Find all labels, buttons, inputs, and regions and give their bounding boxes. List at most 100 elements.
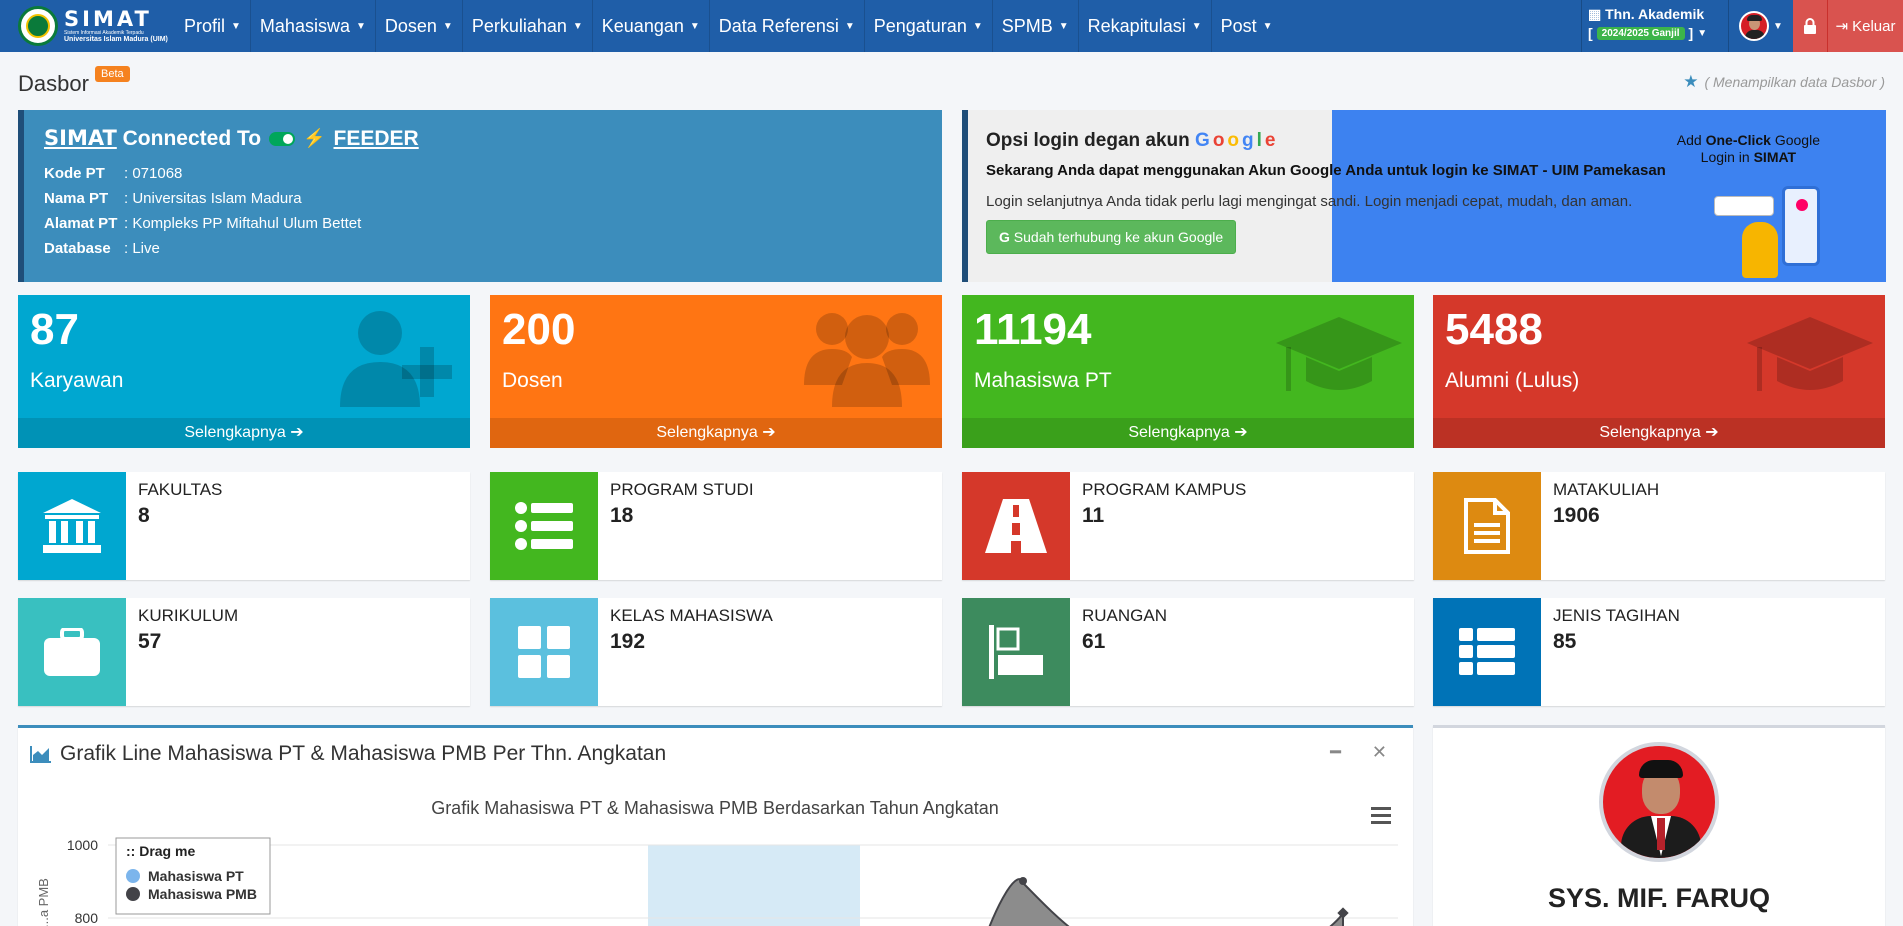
menu-dosen[interactable]: Dosen ▼ [376,0,463,52]
y-tick-label: 1000 [67,837,98,853]
caret-down-icon: ▼ [442,20,453,32]
menu-data-referensi[interactable]: Data Referensi ▼ [710,0,865,52]
academic-year-label: Thn. Akademik [1605,6,1705,22]
more-info-link[interactable]: Selengkapnya ➔ [18,418,470,448]
caret-down-icon: ▼ [1773,20,1783,32]
google-connected-button[interactable]: G Sudah terhubung ke akun Google [986,220,1237,254]
stat-alumni: 5488 Alumni (Lulus) Selengkapnya ➔ [1433,295,1885,448]
one-click-promo: Add One-Click Google Login in SIMAT [1676,132,1820,165]
caret-down-icon: ▼ [689,20,700,32]
brand-name: SIMAT [64,7,152,31]
menu-perkuliahan[interactable]: Perkuliahan ▼ [463,0,593,52]
menu-keuangan[interactable]: Keuangan ▼ [593,0,710,52]
more-info-link[interactable]: Selengkapnya ➔ [1433,418,1885,448]
profile-photo[interactable] [1599,742,1719,862]
profile-panel: SYS. MIF. FARUQ [1433,725,1885,926]
stat-label: Dosen [502,369,563,392]
close-button[interactable]: ✕ [1372,742,1387,763]
chart-legend[interactable]: :: Drag me Mahasiswa PT Mahasiswa PMB [115,837,271,915]
arrow-circle-right-icon: ➔ [290,424,304,441]
area-chart-icon [30,746,51,763]
stat-value: 200 [502,305,576,354]
info-ruangan[interactable]: RUANGAN 61 [962,598,1414,706]
info-value: 11 [1082,504,1105,527]
caret-down-icon: ▼ [844,20,855,32]
caret-down-icon: ▼ [1262,20,1273,32]
google-login-box: Opsi login degan akun Google Sekarang An… [962,110,1886,282]
series-pmb-area [988,878,1070,926]
chart-panel: Grafik Line Mahasiswa PT & Mahasiswa PMB… [18,725,1413,926]
stat-karyawan: 87 Karyawan Selengkapnya ➔ [18,295,470,448]
breadcrumb: ★ ( Menampilkan data Dasbor ) [1683,72,1885,92]
feeder-connection-box: SIMAT Connected To ⚡ FEEDER Kode PT: 071… [18,110,942,282]
caret-down-icon: ▼ [972,20,983,32]
info-value: 57 [138,630,162,653]
info-program-studi[interactable]: PROGRAM STUDI 18 [490,472,942,580]
lock-button[interactable] [1793,0,1827,52]
chart-panel-header: Grafik Line Mahasiswa PT & Mahasiswa PMB… [30,742,666,766]
info-kurikulum[interactable]: KURIKULUM 57 [18,598,470,706]
toggle-on-icon [269,131,296,146]
menu-profil[interactable]: Profil ▼ [175,0,251,52]
table-row: Kode PT: 071068 [44,165,183,182]
menu-spmb[interactable]: SPMB ▼ [993,0,1079,52]
caret-down-icon: ▼ [231,20,241,32]
menu-post[interactable]: Post ▼ [1212,0,1282,52]
academic-year-badge: 2024/2025 Ganjil [1596,26,1685,40]
chart-panel-title: Grafik Line Mahasiswa PT & Mahasiswa PMB… [60,742,667,765]
feeder-info-table: Kode PT: 071068 Nama PT: Universitas Isl… [44,161,361,261]
series-pmb-point [1019,877,1027,885]
feeder-simat: SIMAT [44,126,117,150]
feeder-link[interactable]: FEEDER [334,127,419,151]
info-matakuliah[interactable]: MATAKULIAH 1906 [1433,472,1885,580]
caret-down-icon: ▼ [572,20,583,32]
menu-pengaturan[interactable]: Pengaturan ▼ [865,0,993,52]
info-kelas-mahasiswa[interactable]: KELAS MAHASISWA 192 [490,598,942,706]
series-pmb-area [1329,912,1344,926]
chart-menu-icon[interactable] [1371,807,1391,824]
menu-rekapitulasi[interactable]: Rekapitulasi ▼ [1079,0,1212,52]
caret-down-icon: ▼ [1697,27,1708,39]
more-info-link[interactable]: Selengkapnya ➔ [490,418,942,448]
main-menu: Profil ▼ Mahasiswa ▼ Dosen ▼ Perkuliahan ▼ K… [175,0,1282,52]
stat-value: 5488 [1445,305,1543,354]
menu-mahasiswa[interactable]: Mahasiswa ▼ [251,0,376,52]
info-jenis-tagihan[interactable]: JENIS TAGIHAN 85 [1433,598,1885,706]
feeder-connected-label: Connected To [122,127,262,150]
info-label: JENIS TAGIHAN [1553,606,1680,625]
th-list-icon [1433,598,1541,706]
feeder-heading: SIMAT Connected To ⚡ FEEDER [44,126,922,151]
user-menu-button[interactable]: ▼ [1729,0,1793,52]
stat-label: Alumni (Lulus) [1445,369,1580,392]
info-label: KURIKULUM [138,606,239,625]
brand-text: SIMAT Sistem Informasi Akademik Terpadu … [64,7,168,44]
info-program-kampus[interactable]: PROGRAM KAMPUS 11 [962,472,1414,580]
more-info-link[interactable]: Selengkapnya ➔ [962,418,1414,448]
info-label: PROGRAM STUDI [610,480,754,499]
caret-down-icon: ▼ [1191,20,1202,32]
highlight-band [648,845,860,926]
info-label: MATAKULIAH [1553,480,1660,499]
info-fakultas[interactable]: FAKULTAS 8 [18,472,470,580]
briefcase-icon [18,598,126,706]
brand[interactable]: SIMAT Sistem Informasi Akademik Terpadu … [0,0,175,52]
stat-label: Mahasiswa PT [974,369,1112,392]
legend-title: :: Drag me [126,843,195,859]
academic-year-selector[interactable]: ▦ Thn. Akademik [2024/2025 Ganjil] ▼ [1581,0,1729,52]
navbar-right: ▦ Thn. Akademik [2024/2025 Ganjil] ▼ ▼ ⇥ … [1581,0,1903,52]
minimize-button[interactable]: ━ [1330,742,1341,763]
graduation-cap-icon [1747,317,1873,391]
stat-value: 87 [30,305,79,354]
feeder-logo-icon: ⚡ [303,128,326,148]
users-icon [804,313,930,407]
arrow-circle-right-icon: ➔ [1705,424,1719,441]
chart-area: Grafik Mahasiswa PT & Mahasiswa PMB Berd… [36,798,1398,926]
stat-label: Karyawan [30,369,124,392]
stat-value: 11194 [974,305,1092,354]
file-text-icon [1433,472,1541,580]
user-plus-icon [340,311,452,407]
info-label: FAKULTAS [138,480,223,499]
info-value: 85 [1553,630,1577,653]
info-value: 1906 [1553,504,1600,527]
logout-button[interactable]: ⇥ Keluar [1827,0,1903,52]
